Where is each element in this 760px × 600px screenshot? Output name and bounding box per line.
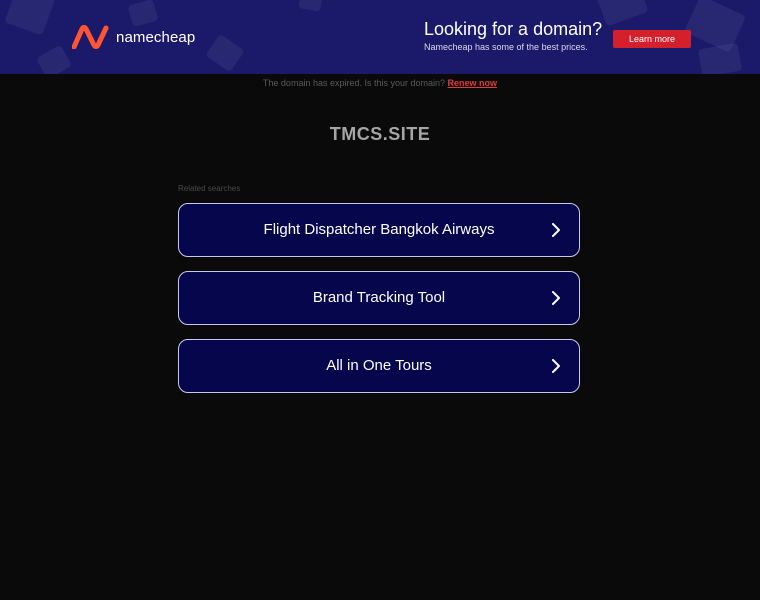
related-search-label: All in One Tours [326, 357, 432, 374]
expired-notice-text: The domain has expired. Is this your dom… [262, 78, 446, 88]
chevron-right-icon [552, 291, 560, 305]
promo-title: Looking for a domain? [424, 19, 603, 39]
renew-now-link[interactable]: Renew now [448, 78, 498, 88]
namecheap-logo[interactable]: namecheap [72, 25, 195, 49]
promo-subtitle: Namecheap has some of the best prices. [424, 42, 588, 52]
related-search-label: Flight Dispatcher Bangkok Airways [263, 221, 495, 238]
related-search-button[interactable]: Brand Tracking Tool [178, 271, 580, 325]
expired-notice: The domain has expired. Is this your dom… [0, 78, 760, 88]
learn-more-button[interactable]: Learn more [613, 30, 691, 48]
related-search-label: Brand Tracking Tool [312, 289, 446, 306]
banner-decoration [35, 44, 73, 74]
namecheap-n-icon [72, 25, 109, 49]
logo-wordmark: namecheap [116, 28, 196, 46]
related-search-button[interactable]: Flight Dispatcher Bangkok Airways [178, 203, 580, 257]
namecheap-banner[interactable]: namecheap Looking for a domain? Namechea… [0, 0, 760, 74]
chevron-right-icon [552, 359, 560, 373]
banner-decoration [205, 33, 245, 73]
chevron-right-icon [552, 223, 560, 237]
banner-decoration [697, 42, 743, 74]
related-searches-heading: Related searches [178, 184, 241, 193]
banner-decoration [4, 0, 56, 36]
banner-decoration [127, 0, 159, 27]
related-search-button[interactable]: All in One Tours [178, 339, 580, 393]
banner-decoration [298, 0, 324, 12]
promo-block: Looking for a domain? Namecheap has some… [424, 19, 624, 52]
page-title: TMCS.SITE [329, 124, 431, 144]
